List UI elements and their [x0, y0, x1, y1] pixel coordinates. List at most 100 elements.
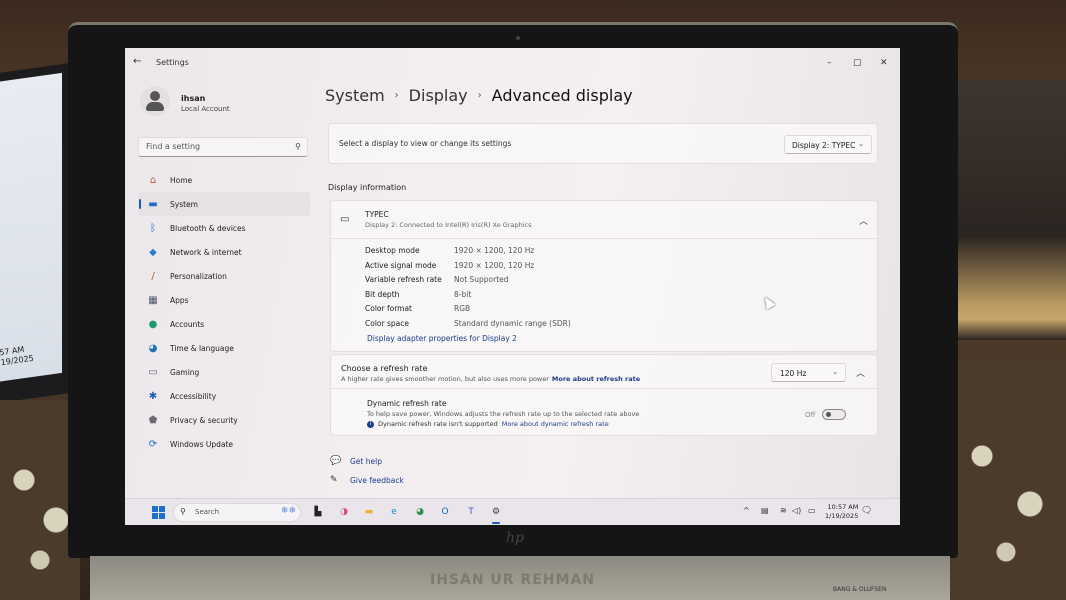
globe-clock-icon: ◕: [148, 342, 158, 354]
minimize-button[interactable]: –: [827, 58, 832, 68]
display-dropdown[interactable]: Display 2: TYPEC ⌄: [784, 135, 872, 154]
refresh-rate-dropdown[interactable]: 120 Hz ⌄: [771, 363, 846, 382]
volume-icon[interactable]: ◁): [792, 506, 801, 515]
sidebar-item-personalization[interactable]: / Personalization: [138, 264, 310, 288]
dynamic-refresh-link[interactable]: More about dynamic refresh rate: [502, 420, 609, 428]
avatar-head: [150, 91, 160, 101]
chevron-up-icon[interactable]: ^: [743, 506, 750, 515]
breadcrumb-display[interactable]: Display: [409, 86, 468, 105]
edge-icon[interactable]: e: [387, 505, 401, 519]
chevron-down-icon: ⌄: [832, 368, 838, 376]
chevron-up-icon[interactable]: ︿: [859, 214, 868, 227]
sidebar-item-privacy-security[interactable]: ⬟ Privacy & security: [138, 408, 310, 432]
settings-icon[interactable]: ⚙: [489, 505, 503, 524]
taskbar-search[interactable]: ⚲ Search ❄❄: [173, 503, 301, 522]
task-view-icon[interactable]: ▙: [311, 505, 325, 519]
active-indicator: [139, 199, 141, 209]
display-subtitle: Display 2: Connected to Intel(R) Iris(R)…: [365, 221, 532, 229]
wifi-icon[interactable]: ≋: [780, 506, 787, 515]
info-key: Desktop mode: [365, 246, 420, 255]
copilot-icon[interactable]: ◑: [337, 505, 351, 519]
breadcrumb: System › Display › Advanced display: [325, 86, 633, 105]
sidebar-item-system[interactable]: ▬ System: [138, 192, 310, 216]
adapter-properties-link[interactable]: Display adapter properties for Display 2: [367, 334, 517, 343]
sidebar-item-home[interactable]: ⌂ Home: [138, 168, 310, 192]
network-icon: ◆: [149, 246, 157, 258]
display-info-card: ▭ TYPEC Display 2: Connected to Intel(R)…: [330, 200, 878, 352]
search-placeholder: Find a setting: [146, 142, 201, 151]
window-title: Settings: [156, 58, 189, 67]
chevron-up-icon[interactable]: ︿: [856, 366, 865, 379]
sidebar-nav: ⌂ Home ▬ System ᛒ Bluetooth & devices ◆ Network…: [138, 168, 310, 456]
title-bar: ← Settings – ▢ ✕: [125, 48, 900, 80]
info-row: Bit depth 8-bit: [365, 290, 571, 305]
outlook-icon[interactable]: O: [438, 505, 452, 519]
chrome-like-icon[interactable]: ◕: [413, 505, 427, 519]
refresh-rate-description: A higher rate gives smoother motion, but…: [341, 375, 640, 383]
sidebar-item-time-language[interactable]: ◕ Time & language: [138, 336, 310, 360]
toggle-state-label: Off: [805, 411, 816, 419]
taskbar-clock[interactable]: 10:57 AM 1/19/2025: [825, 503, 858, 521]
avatar-body: [146, 102, 164, 111]
display-name: TYPEC: [365, 210, 389, 219]
info-row: Active signal mode 1920 × 1200, 120 Hz: [365, 261, 571, 276]
battery-icon[interactable]: ▭: [808, 506, 816, 515]
user-name: ihsan: [181, 94, 206, 103]
info-value: 1920 × 1200, 120 Hz: [454, 246, 535, 255]
search-icon[interactable]: ⚲: [295, 142, 301, 151]
sidebar-item-network-internet[interactable]: ◆ Network & internet: [138, 240, 310, 264]
page-title: Advanced display: [491, 86, 633, 105]
notification-icon[interactable]: 🗨: [861, 506, 872, 516]
refresh-rate-value: 120 Hz: [780, 369, 807, 378]
clock-date: 1/19/2025: [825, 512, 859, 520]
get-help-label: Get help: [350, 456, 382, 466]
info-row: Color format RGB: [365, 304, 571, 319]
refresh-rate-desc-text: A higher rate gives smoother motion, but…: [341, 375, 549, 383]
maximize-button[interactable]: ▢: [853, 58, 862, 68]
sidebar-item-gaming[interactable]: ▭ Gaming: [138, 360, 310, 384]
display-info-header[interactable]: ▭ TYPEC Display 2: Connected to Intel(R)…: [331, 201, 877, 239]
dynamic-refresh-description: To help save power, Windows adjusts the …: [367, 410, 640, 418]
sidebar-item-label: Bluetooth & devices: [170, 223, 246, 233]
info-row: Variable refresh rate Not Supported: [365, 275, 571, 290]
accessibility-icon: ✱: [148, 390, 158, 402]
refresh-rate-card: Choose a refresh rate A higher rate give…: [330, 354, 878, 436]
sidebar-item-apps[interactable]: ▦ Apps: [138, 288, 310, 312]
keyboard-icon[interactable]: ▤: [761, 506, 769, 515]
display-info-rows: Desktop mode 1920 × 1200, 120 Hz Active si…: [365, 246, 571, 333]
sidebar-item-label: Windows Update: [170, 439, 234, 449]
info-key: Bit depth: [365, 289, 400, 299]
feedback-icon: ✎: [330, 475, 338, 485]
dynamic-refresh-toggle[interactable]: [822, 409, 846, 420]
file-explorer-icon[interactable]: ▬: [362, 505, 376, 519]
sidebar-item-label: Accounts: [170, 319, 205, 329]
sidebar-item-accounts[interactable]: ● Accounts: [138, 312, 310, 336]
system-icon: ▬: [148, 198, 158, 210]
snowflake-icon: ❄❄: [280, 506, 296, 516]
close-button[interactable]: ✕: [880, 58, 888, 68]
teams-icon[interactable]: T: [464, 505, 478, 519]
get-help-link[interactable]: 💬 Get help: [330, 456, 382, 466]
windows-start-icon[interactable]: [152, 506, 165, 519]
taskbar: ⚲ Search ❄❄ ▙ ◑ ▬ e ◕ O T ⚙ ^ ▤ ≋ ◁) ▭ 10:57 AM…: [125, 498, 900, 525]
dynamic-refresh-notice: i Dynamic refresh rate isn't supported M…: [367, 420, 609, 428]
display-select-label: Select a display to view or change its s…: [339, 139, 512, 148]
background-furniture: [946, 80, 1066, 340]
sidebar-item-windows-update[interactable]: ⟳ Windows Update: [138, 432, 310, 456]
brush-icon: /: [151, 270, 155, 282]
sidebar-item-accessibility[interactable]: ✱ Accessibility: [138, 384, 310, 408]
info-value: RGB: [454, 304, 471, 313]
shield-icon: ⬟: [148, 414, 158, 426]
clock-time: 10:57 AM: [827, 503, 859, 511]
settings-window: ← Settings – ▢ ✕ ihsan Local Account Fin…: [125, 48, 900, 525]
search-input[interactable]: Find a setting ⚲: [138, 137, 308, 157]
back-arrow-icon[interactable]: ←: [133, 56, 141, 67]
sidebar-item-label: Gaming: [170, 367, 200, 377]
sidebar-item-bluetooth-devices[interactable]: ᛒ Bluetooth & devices: [138, 216, 310, 240]
give-feedback-link[interactable]: ✎ Give feedback: [330, 475, 404, 485]
avatar[interactable]: [140, 86, 170, 116]
refresh-rate-link[interactable]: More about refresh rate: [552, 375, 640, 383]
chevron-down-icon: ⌄: [858, 140, 864, 148]
breadcrumb-system[interactable]: System: [325, 86, 385, 105]
sidebar-item-label: Personalization: [170, 271, 227, 281]
